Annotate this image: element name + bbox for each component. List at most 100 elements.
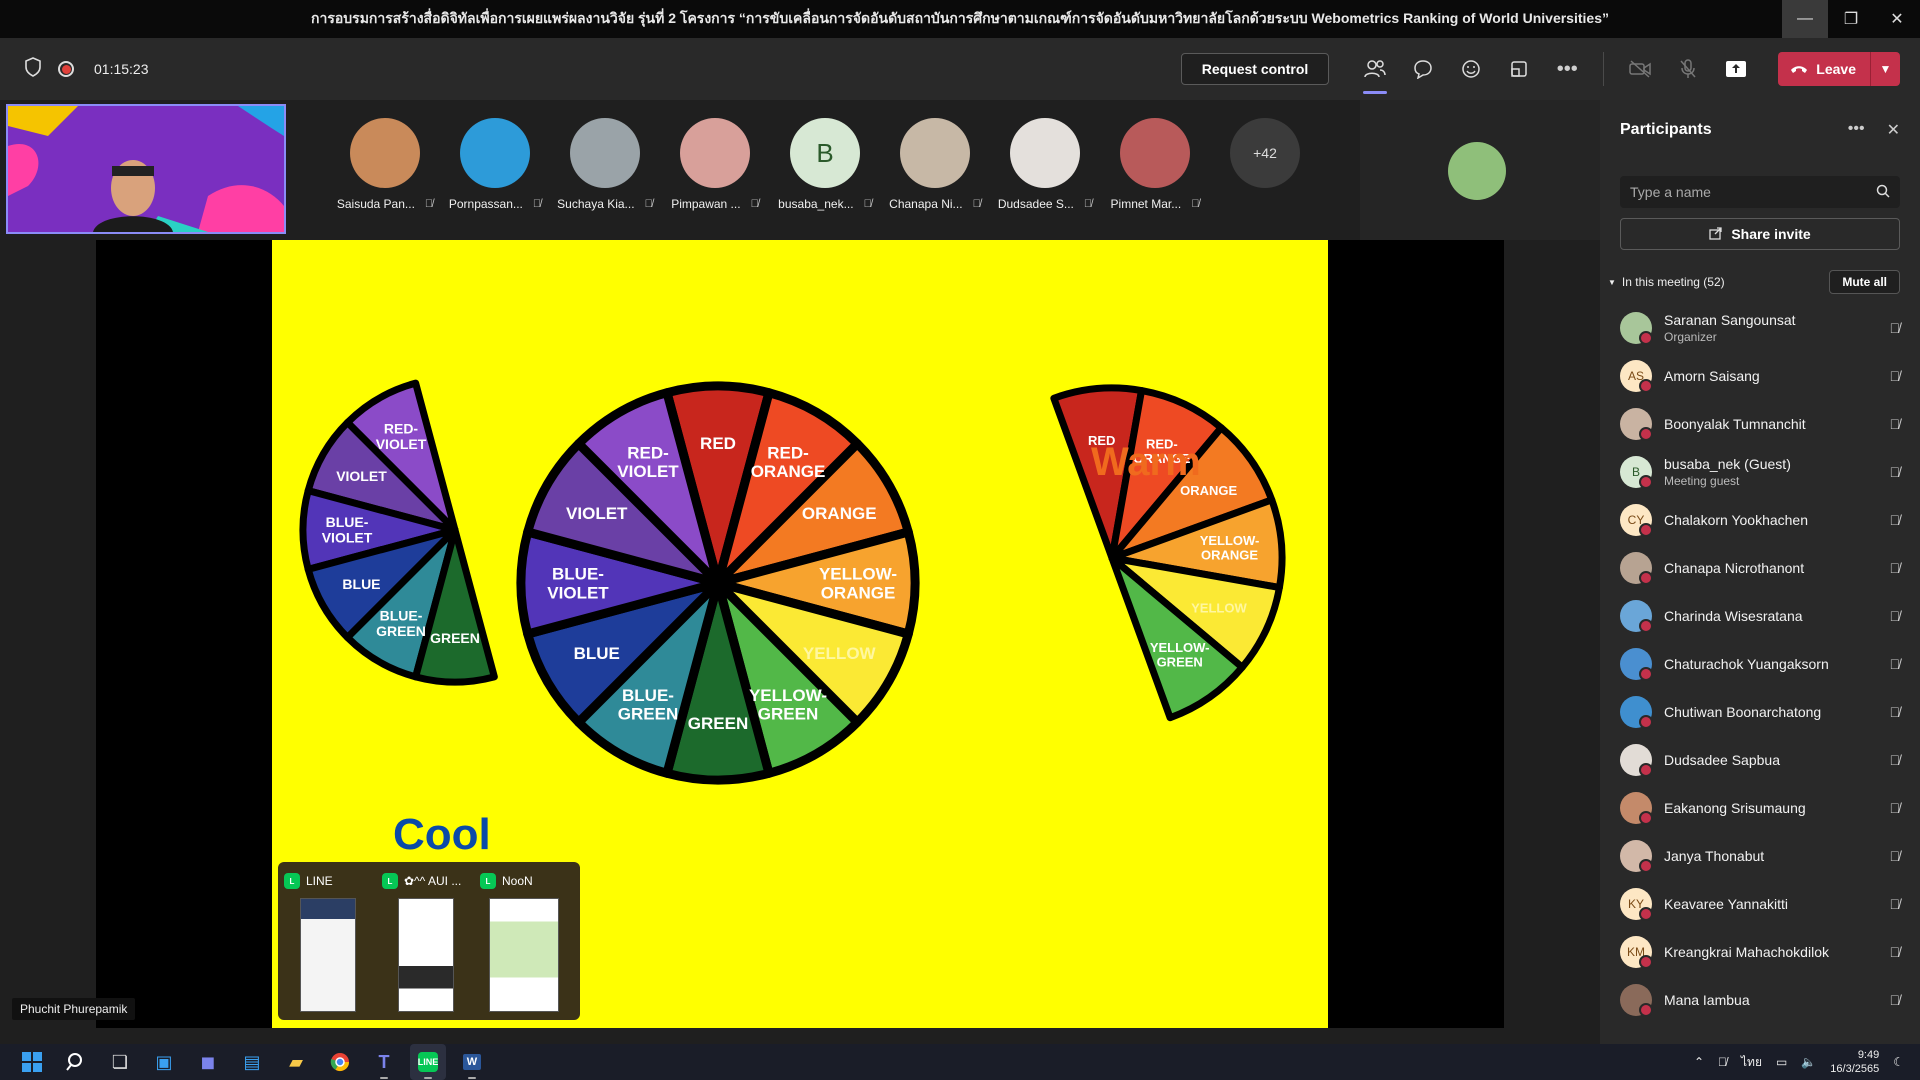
participant-row[interactable]: CY Chalakorn Yookhachen 🎙̸	[1600, 496, 1920, 544]
start-button[interactable]	[14, 1044, 50, 1080]
avatar: AS	[1620, 360, 1653, 393]
self-view-tile[interactable]	[1360, 100, 1600, 240]
panel-more-icon[interactable]: •••	[1848, 120, 1865, 140]
participant-tile[interactable]: Chanapa Ni... 🎙̸	[880, 118, 990, 211]
rooms-button[interactable]	[1495, 38, 1543, 100]
participant-row[interactable]: Charinda Wisesratana 🎙̸	[1600, 592, 1920, 640]
mic-off-icon: 🎙̸	[644, 198, 653, 210]
in-meeting-toggle[interactable]: ▼ In this meeting (52)	[1608, 275, 1725, 289]
participant-tile[interactable]: Suchaya Kia... 🎙̸	[550, 118, 660, 211]
presenter-video[interactable]	[6, 104, 286, 234]
mic-button[interactable]	[1664, 38, 1712, 100]
word-button[interactable]: W	[454, 1044, 490, 1080]
search-taskbar-button[interactable]	[58, 1044, 94, 1080]
participant-row[interactable]: Janya Thonabut 🎙̸	[1600, 832, 1920, 880]
camera-button[interactable]	[1616, 38, 1664, 100]
widgets-button[interactable]: ▣	[146, 1044, 182, 1080]
participant-name: Dudsadee S...	[997, 197, 1074, 211]
participant-tile[interactable]: Dudsadee S... 🎙̸	[990, 118, 1100, 211]
line-window-preview[interactable]: L ✿^^ AUI ...	[382, 870, 470, 1012]
mic-off-icon: 🎙̸	[1889, 992, 1901, 1008]
participant-row[interactable]: Chutiwan Boonarchatong 🎙̸	[1600, 688, 1920, 736]
participant-search-input[interactable]	[1630, 184, 1860, 200]
mic-off-icon[interactable]: 🎙̸	[1718, 1055, 1727, 1069]
panel-close-icon[interactable]: ✕	[1887, 120, 1900, 140]
line-button[interactable]: LINE	[410, 1044, 446, 1080]
participant-row[interactable]: KM Kreangkrai Mahachokdilok 🎙̸	[1600, 928, 1920, 976]
participant-tile[interactable]: Pimnet Mar... 🎙̸	[1100, 118, 1210, 211]
participant-name: Pimnet Mar...	[1110, 197, 1182, 211]
mic-off-icon: 🎙̸	[1889, 560, 1901, 576]
title-bar: การอบรมการสร้างสื่อดิจิทัลเพื่อการเผยแพร…	[0, 0, 1920, 38]
participant-role: Meeting guest	[1664, 474, 1740, 488]
notification-icon[interactable]: ☾	[1893, 1055, 1904, 1069]
mute-all-button[interactable]: Mute all	[1829, 270, 1900, 294]
clock[interactable]: 9:49 16/3/2565	[1830, 1048, 1879, 1076]
restore-button[interactable]: ❐	[1828, 0, 1874, 38]
participants-toggle-button[interactable]	[1351, 38, 1399, 100]
line-window-preview[interactable]: L NooN	[480, 870, 568, 1012]
participant-row[interactable]: Eakanong Srisumaung 🎙̸	[1600, 784, 1920, 832]
participant-row[interactable]: Boonyalak Tumnanchit 🎙̸	[1600, 400, 1920, 448]
participant-row[interactable]: Chanapa Nicrothanont 🎙̸	[1600, 544, 1920, 592]
avatar	[1620, 696, 1653, 729]
teams-button[interactable]: T	[366, 1044, 402, 1080]
participant-tile[interactable]: Saisuda Pan... 🎙̸	[330, 118, 440, 211]
participant-name: Dudsadee Sapbua	[1664, 752, 1780, 768]
teams-icon: T	[378, 1051, 390, 1072]
teams-chat-button[interactable]: ◼	[190, 1044, 226, 1080]
search-icon[interactable]	[1876, 184, 1890, 201]
window-thumbnail	[300, 898, 356, 1012]
panel-title: Participants	[1620, 121, 1712, 138]
participant-row[interactable]: Dudsadee Sapbua 🎙̸	[1600, 736, 1920, 784]
mic-off-icon: 🎙̸	[1889, 704, 1901, 720]
participant-row[interactable]: B busaba_nek (Guest) Meeting guest 🎙̸	[1600, 448, 1920, 496]
participant-name: Kreangkrai Mahachokdilok	[1664, 944, 1829, 960]
chrome-button[interactable]	[322, 1044, 358, 1080]
reactions-button[interactable]	[1447, 38, 1495, 100]
avatar	[1620, 552, 1653, 585]
participant-name: Suchaya Kia...	[557, 197, 635, 211]
wheel-label-green: GREEN	[688, 714, 748, 733]
leave-dropdown-button[interactable]: ▼	[1870, 52, 1900, 86]
mic-off-icon	[1680, 59, 1696, 78]
close-button[interactable]: ✕	[1874, 0, 1920, 38]
share-invite-button[interactable]: Share invite	[1620, 218, 1900, 250]
more-actions-button[interactable]: •••	[1543, 38, 1591, 100]
participant-row[interactable]: Saranan Sangounsat Organizer 🎙̸	[1600, 304, 1920, 352]
more-participants-tile[interactable]: +42	[1210, 118, 1320, 211]
participant-name: Janya Thonabut	[1664, 848, 1765, 864]
avatar	[680, 118, 750, 188]
wheel-label-orange: ORANGE	[802, 504, 877, 523]
wheel-label-violet: VIOLET	[566, 504, 628, 523]
language-indicator[interactable]: ไทย	[1741, 1053, 1762, 1072]
participant-tile[interactable]: B busaba_nek... 🎙̸	[770, 118, 880, 211]
volume-icon[interactable]: 🔈	[1801, 1055, 1816, 1069]
avatar	[1620, 840, 1653, 873]
display-icon[interactable]: ▭	[1776, 1055, 1787, 1069]
request-control-button[interactable]: Request control	[1180, 53, 1330, 85]
task-view-button[interactable]: ❏	[102, 1044, 138, 1080]
chevron-up-icon[interactable]: ⌃	[1694, 1055, 1704, 1069]
participant-list: Saranan Sangounsat Organizer 🎙̸ AS Amorn …	[1600, 304, 1920, 1024]
avatar: KM	[1620, 936, 1653, 969]
folder-icon: ▰	[289, 1051, 303, 1072]
leave-button[interactable]: Leave	[1778, 52, 1870, 86]
participant-tile[interactable]: Pornpassan... 🎙̸	[440, 118, 550, 211]
fan-label-green: GREEN	[430, 630, 480, 646]
notepad-button[interactable]: ▤	[234, 1044, 270, 1080]
participant-row[interactable]: AS Amorn Saisang 🎙̸	[1600, 352, 1920, 400]
participant-row[interactable]: Chaturachok Yuangaksorn 🎙̸	[1600, 640, 1920, 688]
chat-button[interactable]	[1399, 38, 1447, 100]
share-button[interactable]	[1712, 38, 1760, 100]
window-thumbnail	[398, 898, 454, 1012]
file-explorer-button[interactable]: ▰	[278, 1044, 314, 1080]
more-icon: •••	[1556, 57, 1578, 80]
participant-row[interactable]: Mana Iambua 🎙̸	[1600, 976, 1920, 1024]
mic-off-icon: 🎙̸	[1889, 368, 1901, 384]
leave-label: Leave	[1816, 61, 1856, 77]
line-window-preview[interactable]: L LINE	[284, 870, 372, 1012]
participant-tile[interactable]: Pimpawan ... 🎙̸	[660, 118, 770, 211]
minimize-button[interactable]: —	[1782, 0, 1828, 38]
participant-row[interactable]: KY Keavaree Yannakitti 🎙̸	[1600, 880, 1920, 928]
